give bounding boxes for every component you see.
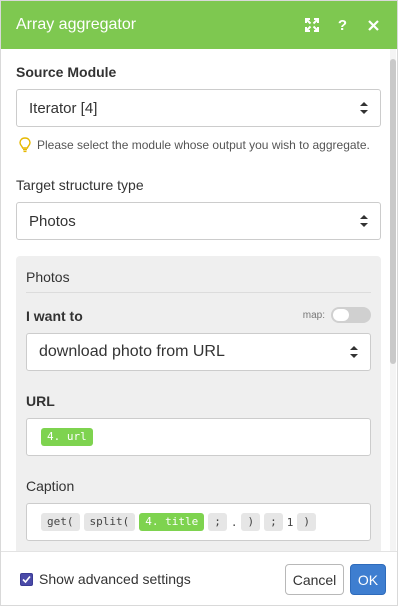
lightbulb-icon bbox=[19, 137, 31, 153]
caption-token-get[interactable]: get( bbox=[41, 513, 80, 531]
show-advanced-label: Show advanced settings bbox=[39, 571, 191, 587]
i-want-to-select[interactable]: download photo from URL bbox=[26, 333, 371, 371]
show-advanced-toggle[interactable]: Show advanced settings bbox=[20, 571, 191, 587]
map-toggle-label: map: bbox=[302, 309, 325, 321]
dialog-title: Array aggregator bbox=[16, 16, 137, 33]
cancel-button[interactable]: Cancel bbox=[285, 564, 344, 595]
url-label: URL bbox=[26, 393, 55, 409]
map-toggle: map: bbox=[303, 307, 371, 323]
select-arrows-icon bbox=[360, 102, 368, 114]
photos-group: Photos I want to map: download photo fro… bbox=[16, 256, 381, 551]
header-actions: ? bbox=[296, 1, 389, 49]
close-icon[interactable] bbox=[358, 1, 389, 49]
caption-label: Caption bbox=[26, 478, 75, 494]
caption-token-close-get[interactable]: ) bbox=[297, 513, 316, 531]
caption-text-dot: . bbox=[230, 515, 238, 529]
source-module-hint: Please select the module whose output yo… bbox=[19, 137, 370, 153]
help-icon[interactable]: ? bbox=[327, 1, 358, 49]
target-structure-value: Photos bbox=[29, 212, 76, 230]
checkbox-checked-icon[interactable] bbox=[20, 572, 33, 586]
source-module-select[interactable]: Iterator [4] bbox=[16, 89, 381, 127]
dialog-header: Array aggregator ? bbox=[1, 1, 397, 49]
caption-token-title[interactable]: 4. title bbox=[139, 513, 205, 531]
caption-field[interactable]: get( split( 4. title ; . ) ; 1 ) bbox=[26, 503, 371, 541]
i-want-to-label: I want to bbox=[26, 308, 83, 324]
url-field[interactable]: 4. url bbox=[26, 418, 371, 456]
url-token[interactable]: 4. url bbox=[41, 428, 93, 446]
group-divider bbox=[26, 292, 371, 293]
scrollbar-thumb[interactable] bbox=[390, 59, 396, 364]
array-aggregator-dialog: Array aggregator ? Source Module Iterato… bbox=[0, 0, 398, 606]
map-switch-knob bbox=[333, 309, 349, 321]
map-switch[interactable] bbox=[331, 307, 371, 323]
target-structure-select[interactable]: Photos bbox=[16, 202, 381, 240]
target-structure-label: Target structure type bbox=[16, 177, 144, 193]
dialog-content: Source Module Iterator [4] Please select… bbox=[1, 49, 391, 551]
expand-icon[interactable] bbox=[296, 1, 327, 49]
caption-token-close-split[interactable]: ) bbox=[241, 513, 261, 531]
source-module-label: Source Module bbox=[16, 64, 117, 80]
photos-group-title: Photos bbox=[26, 269, 70, 285]
caption-token-split[interactable]: split( bbox=[83, 513, 136, 531]
select-arrows-icon bbox=[360, 215, 368, 227]
i-want-to-value: download photo from URL bbox=[39, 343, 225, 360]
hint-text: Please select the module whose output yo… bbox=[37, 138, 370, 152]
select-arrows-icon bbox=[350, 346, 358, 358]
dialog-footer: Show advanced settings Cancel OK bbox=[1, 551, 397, 605]
source-module-value: Iterator [4] bbox=[29, 99, 98, 117]
caption-token-separator-2[interactable]: ; bbox=[264, 513, 283, 531]
ok-button[interactable]: OK bbox=[350, 564, 386, 595]
caption-text-index: 1 bbox=[286, 515, 294, 529]
caption-token-separator[interactable]: ; bbox=[208, 513, 227, 531]
